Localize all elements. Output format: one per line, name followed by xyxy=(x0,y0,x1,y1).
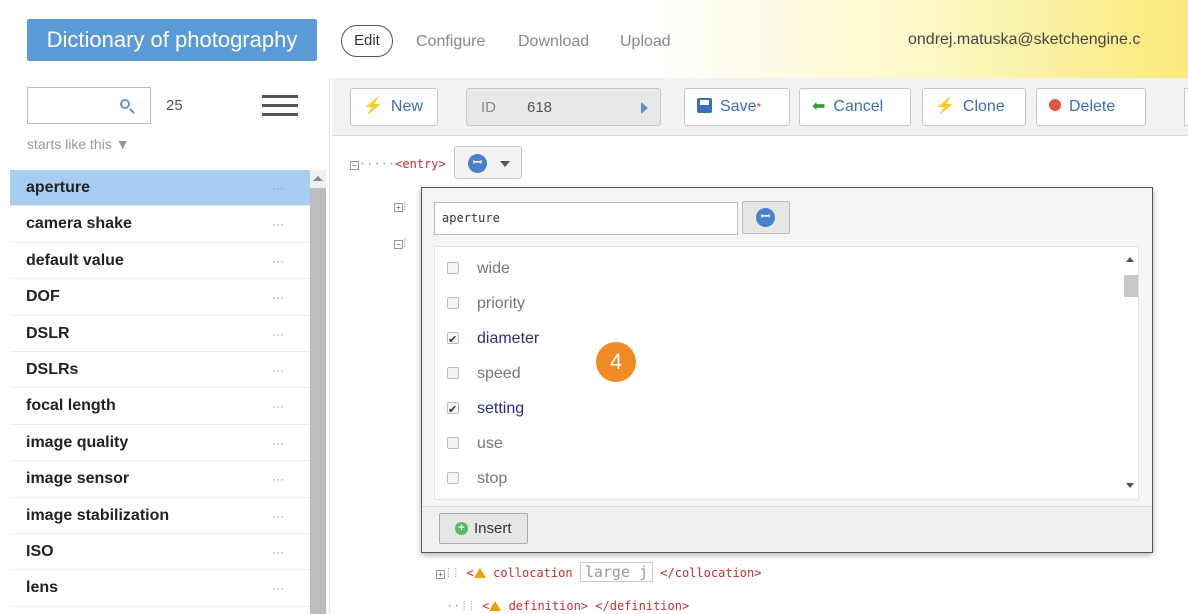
scroll-up-icon[interactable] xyxy=(1126,257,1134,262)
download-link[interactable]: Download xyxy=(518,33,589,51)
collocation-option-list: wide priority diameter speed setting use… xyxy=(434,246,1139,500)
back-arrow-icon: ⬅ xyxy=(812,98,826,115)
floppy-disk-icon xyxy=(697,98,712,113)
search-mode-dropdown[interactable]: starts like this ▼ xyxy=(27,136,130,152)
link-icon: ꟷ xyxy=(756,208,775,227)
edit-tab[interactable]: Edit xyxy=(341,25,393,57)
insert-button[interactable]: + Insert xyxy=(439,513,528,544)
plus-icon: + xyxy=(455,522,468,535)
delete-icon xyxy=(1049,99,1061,111)
list-item[interactable]: DSLRs ··· xyxy=(10,352,310,389)
entry-search-input[interactable] xyxy=(27,87,151,124)
search-icon[interactable] xyxy=(120,99,130,109)
top-header: Dictionary of photography Edit Configure… xyxy=(0,0,1188,78)
popup-scrollbar[interactable] xyxy=(1120,247,1138,499)
collocation-picker-popup: aperture ꟷ wide priority diameter speed … xyxy=(421,187,1153,553)
more-icon[interactable]: ··· xyxy=(272,498,284,534)
lightning-icon: ⚡ xyxy=(363,98,383,115)
more-icon[interactable]: ··· xyxy=(272,570,284,606)
app-title[interactable]: Dictionary of photography xyxy=(27,19,317,61)
checkbox[interactable] xyxy=(447,398,459,422)
save-button[interactable]: Save* xyxy=(684,88,790,126)
element-menu-button[interactable]: ꟷ xyxy=(454,146,522,179)
list-item[interactable]: focal length ··· xyxy=(10,388,310,425)
collocation-search-input[interactable]: aperture xyxy=(434,202,738,235)
entry-node[interactable]: − ·····<entry> xyxy=(350,157,446,171)
warning-icon xyxy=(489,601,502,611)
entry-toolbar: ⚡ New ID 618 Save* ⬅ Cancel ⚡ Clone Delete xyxy=(332,78,1188,136)
list-item[interactable]: default value ··· xyxy=(10,243,310,280)
user-account-link[interactable]: ondrej.matuska@sketchengine.c xyxy=(908,31,1140,49)
checkbox[interactable] xyxy=(447,472,459,484)
warning-icon xyxy=(473,568,486,578)
link-icon: ꟷ xyxy=(468,154,487,173)
popup-scroll-thumb[interactable] xyxy=(1124,275,1138,297)
entry-id-field[interactable]: ID 618 xyxy=(466,88,661,126)
upload-link[interactable]: Upload xyxy=(620,33,671,51)
definition-tag: definition xyxy=(508,599,581,613)
list-item[interactable]: image quality ··· xyxy=(10,425,310,462)
collocation-search-button[interactable]: ꟷ xyxy=(742,201,790,234)
more-icon[interactable]: ··· xyxy=(272,461,284,497)
new-button[interactable]: ⚡ New xyxy=(350,88,438,126)
id-value[interactable]: 618 xyxy=(527,99,552,116)
collocation-node[interactable]: + ⁞⁞ < collocation large j </collocation> xyxy=(436,562,761,582)
expand-icon[interactable]: + ⁞ xyxy=(394,199,406,213)
lightning-icon: ⚡ xyxy=(935,98,955,115)
entry-count: 25 xyxy=(166,97,183,114)
clone-button[interactable]: ⚡ Clone xyxy=(922,88,1026,126)
more-icon[interactable]: ··· xyxy=(272,279,284,315)
list-item[interactable]: ISO ··· xyxy=(10,534,310,571)
more-icon[interactable]: ··· xyxy=(272,352,284,388)
cancel-button[interactable]: ⬅ Cancel xyxy=(799,88,911,126)
checkbox[interactable] xyxy=(447,437,459,449)
scroll-up-icon[interactable] xyxy=(313,176,323,181)
list-item[interactable]: lens ··· xyxy=(10,570,310,607)
list-item[interactable]: DSLR ··· xyxy=(10,316,310,352)
list-item[interactable]: aperture ··· xyxy=(10,170,310,207)
checkbox[interactable] xyxy=(447,328,459,352)
list-item[interactable]: image sensor ··· xyxy=(10,461,310,498)
scroll-down-icon[interactable] xyxy=(1126,483,1134,488)
sidebar-scroll-thumb[interactable] xyxy=(310,188,326,614)
expand-icon[interactable]: + xyxy=(436,570,445,579)
checkbox[interactable] xyxy=(447,367,459,379)
more-icon[interactable]: ··· xyxy=(272,170,284,206)
collocation-value[interactable]: large j xyxy=(579,562,654,582)
more-button[interactable] xyxy=(1184,88,1188,126)
collocation-tag: collocation xyxy=(493,566,573,580)
id-label: ID xyxy=(481,99,496,116)
list-item[interactable]: image stabilization ··· xyxy=(10,498,310,534)
step-badge: 4 xyxy=(596,342,636,382)
entry-tag: <entry> xyxy=(395,157,446,171)
chevron-down-icon xyxy=(500,161,510,167)
more-icon[interactable]: ··· xyxy=(272,206,284,242)
list-item[interactable]: camera shake ··· xyxy=(10,206,310,243)
collapse-icon[interactable]: − ⁞ xyxy=(394,236,406,250)
configure-link[interactable]: Configure xyxy=(416,33,485,51)
popup-footer: + Insert xyxy=(422,506,1152,552)
more-icon[interactable]: ··· xyxy=(272,388,284,424)
entry-sidebar: 25 starts like this ▼ aperture ··· camera… xyxy=(0,78,330,614)
entry-list: aperture ··· camera shake ··· default valu… xyxy=(10,170,310,607)
collapse-icon[interactable]: − xyxy=(350,161,359,170)
delete-button[interactable]: Delete xyxy=(1036,88,1146,126)
list-view-icon[interactable] xyxy=(262,95,298,117)
unsaved-marker: * xyxy=(756,100,762,114)
checkbox[interactable] xyxy=(447,262,459,274)
list-item[interactable]: DOF ··· xyxy=(10,279,310,316)
definition-node[interactable]: ··⁞⁞ < definition> </definition> xyxy=(446,599,689,614)
checkbox[interactable] xyxy=(447,297,459,309)
more-icon[interactable]: ··· xyxy=(272,316,284,352)
more-icon[interactable]: ··· xyxy=(272,534,284,570)
go-arrow-icon[interactable] xyxy=(641,102,648,114)
more-icon[interactable]: ··· xyxy=(272,243,284,279)
more-icon[interactable]: ··· xyxy=(272,425,284,461)
